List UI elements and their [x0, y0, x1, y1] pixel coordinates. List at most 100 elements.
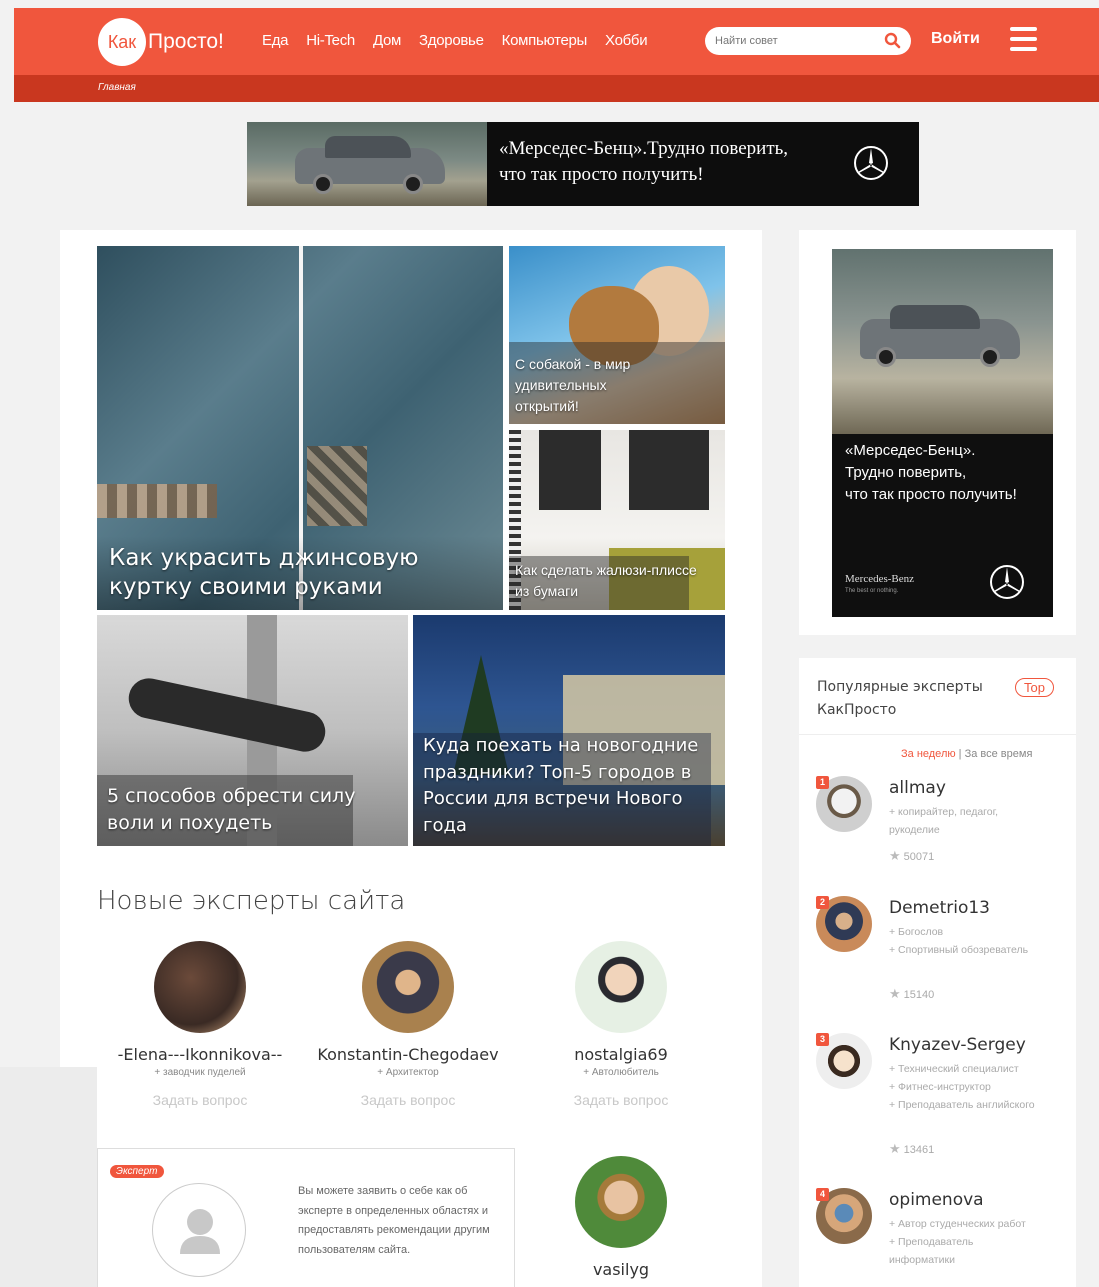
site-logo[interactable]: Как Просто!	[98, 18, 224, 66]
car-wheel	[403, 174, 423, 194]
nav-item-computers[interactable]: Компьютеры	[502, 32, 588, 49]
become-expert-box: Эксперт Вы можете заявить о себе как об …	[97, 1148, 515, 1287]
ask-question-link[interactable]: Задать вопрос	[100, 1092, 300, 1108]
nav-item-health[interactable]: Здоровье	[419, 32, 484, 49]
expert-name[interactable]: opimenova	[889, 1190, 984, 1210]
period-separator: |	[955, 748, 965, 760]
star-icon: ★	[889, 986, 901, 1001]
avatar[interactable]	[575, 1156, 667, 1248]
sidebar-ad-brand: Mercedes-Benz	[845, 573, 915, 585]
avatar[interactable]	[362, 941, 454, 1033]
car-roof	[890, 305, 980, 329]
car-wheel	[980, 347, 1000, 367]
divider	[799, 734, 1076, 735]
left-gray-panel	[0, 1067, 97, 1287]
new-expert-card: nostalgia69 + Автолюбитель Задать вопрос	[521, 941, 721, 1108]
site-header: Как Просто! Еда Hi-Tech Дом Здоровье Ком…	[14, 8, 1099, 75]
nav-item-home[interactable]: Дом	[373, 32, 401, 49]
sidebar-ad-line-2: Трудно поверить,	[845, 464, 967, 481]
rank-number: 2	[816, 896, 829, 909]
mercedes-logo-icon	[854, 146, 888, 180]
expert-description: + Богослов + Спортивный обозреватель	[889, 923, 1039, 959]
expert-skill: + Богослов	[889, 926, 944, 938]
search-icon[interactable]	[883, 31, 903, 51]
new-experts-title: Новые эксперты сайта	[97, 886, 406, 916]
expert-name[interactable]: allmay	[889, 778, 946, 798]
banner-car-image	[247, 122, 487, 206]
breadcrumb-home[interactable]: Главная	[98, 82, 136, 93]
expert-score: ★ 50071	[889, 848, 934, 864]
expert-skill: + Фитнес-инструктор	[889, 1081, 991, 1093]
tile-title-dog: С собакой - в мир удивительных открытий!	[515, 356, 631, 414]
expert-role: + заводчик пуделей	[154, 1067, 246, 1078]
rank-number: 3	[816, 1033, 829, 1046]
period-week[interactable]: За неделю	[901, 748, 956, 760]
expert-skill: + Технический специалист	[889, 1063, 1019, 1075]
ask-question-link[interactable]: Задать вопрос	[308, 1092, 508, 1108]
popular-experts-card: Популярные эксперты КакПросто Top За нед…	[799, 658, 1076, 1287]
avatar[interactable]	[575, 941, 667, 1033]
breadcrumb-bar: Главная	[14, 75, 1099, 102]
expert-role: + Архитектор	[377, 1067, 439, 1078]
score-value: 13461	[903, 1144, 935, 1156]
tile-title-blinds: Как сделать жалюзи-плиссе из бумаги	[515, 562, 697, 599]
menu-icon[interactable]	[1010, 27, 1037, 51]
article-tile-willpower[interactable]: 5 способов обрести силу воли и похудеть	[97, 615, 408, 846]
expert-name[interactable]: Konstantin-Chegodaev	[308, 1045, 508, 1064]
sidebar-ad-car-image	[832, 249, 1053, 434]
expert-skill: + Преподаватель информатики	[889, 1236, 974, 1266]
period-all-time[interactable]: За все время	[965, 748, 1033, 760]
article-tile-newyear[interactable]: Куда поехать на новогодние праздники? То…	[413, 615, 725, 846]
expert-badge: Эксперт	[110, 1165, 164, 1178]
login-link[interactable]: Войти	[931, 30, 980, 48]
score-value: 50071	[903, 851, 935, 863]
star-icon: ★	[889, 1141, 901, 1156]
expert-description: + Технический специалист + Фитнес-инстру…	[889, 1060, 1039, 1114]
expert-name[interactable]: Knyazev-Sergey	[889, 1035, 1026, 1055]
nav-item-hitech[interactable]: Hi-Tech	[306, 32, 355, 49]
become-expert-text: Вы можете заявить о себе как об эксперте…	[298, 1185, 490, 1256]
sidebar-ad-line-3: что так просто получить!	[845, 486, 1017, 503]
expert-skill: + Спортивный обозреватель	[889, 944, 1029, 956]
new-expert-card: -Elena---Ikonnikova-- + заводчик пуделей…	[100, 941, 300, 1108]
expert-name[interactable]: -Elena---Ikonnikova--	[100, 1045, 300, 1064]
expert-skill: + копирайтер, педагог, рукоделие	[889, 806, 999, 836]
car-roof	[325, 136, 411, 158]
expert-role: + Автолюбитель	[583, 1067, 659, 1078]
logo-text: Просто!	[148, 30, 224, 53]
tile-title-newyear: Куда поехать на новогодние праздники? То…	[423, 735, 699, 836]
expert-skill: + Преподаватель английского	[889, 1099, 1035, 1111]
expert-description: + Автор студенческих работ + Преподавате…	[889, 1215, 1039, 1269]
studs-row	[97, 484, 217, 518]
search-input[interactable]	[715, 32, 885, 50]
banner-line-1: «Мерседес-Бенц».Трудно поверить,	[499, 138, 789, 159]
expert-name[interactable]: vasilyg	[521, 1260, 721, 1279]
placeholder-avatar[interactable]	[152, 1183, 246, 1277]
sidebar-ad-text: «Мерседес-Бенц». Трудно поверить, что та…	[845, 440, 1017, 506]
new-expert-card: vasilyg	[521, 1156, 721, 1279]
nav-item-hobby[interactable]: Хобби	[605, 32, 648, 49]
ask-question-link[interactable]: Задать вопрос	[521, 1092, 721, 1108]
top-banner-ad[interactable]: «Мерседес-Бенц».Трудно поверить, что так…	[247, 122, 919, 206]
star-icon: ★	[889, 848, 901, 863]
main-nav: Еда Hi-Tech Дом Здоровье Компьютеры Хобб…	[262, 32, 665, 49]
expert-score: ★ 15140	[889, 986, 934, 1002]
nav-item-food[interactable]: Еда	[262, 32, 289, 49]
banner-text: «Мерседес-Бенц».Трудно поверить, что так…	[499, 136, 788, 188]
top-badge[interactable]: Top	[1015, 678, 1054, 697]
expert-name[interactable]: nostalgia69	[521, 1045, 721, 1064]
article-tile-jacket[interactable]: Как украсить джинсовую куртку своими рук…	[97, 246, 503, 610]
expert-name[interactable]: Demetrio13	[889, 898, 990, 918]
athlete-shape	[125, 674, 329, 756]
score-value: 15140	[903, 989, 935, 1001]
expert-score: ★ 13461	[889, 1141, 934, 1157]
article-tile-blinds[interactable]: Как сделать жалюзи-плиссе из бумаги	[509, 430, 725, 610]
new-expert-card: Konstantin-Chegodaev + Архитектор Задать…	[308, 941, 508, 1108]
tile-title-jacket: Как украсить джинсовую куртку своими рук…	[109, 545, 419, 600]
period-switch: За неделю | За все время	[901, 748, 1032, 760]
sidebar-ad[interactable]: «Мерседес-Бенц». Трудно поверить, что та…	[832, 249, 1053, 617]
avatar[interactable]	[154, 941, 246, 1033]
article-tile-dog[interactable]: С собакой - в мир удивительных открытий!	[509, 246, 725, 424]
sidebar-ad-slogan: The best or nothing.	[845, 588, 899, 594]
popular-experts-title: Популярные эксперты КакПросто	[817, 679, 983, 718]
